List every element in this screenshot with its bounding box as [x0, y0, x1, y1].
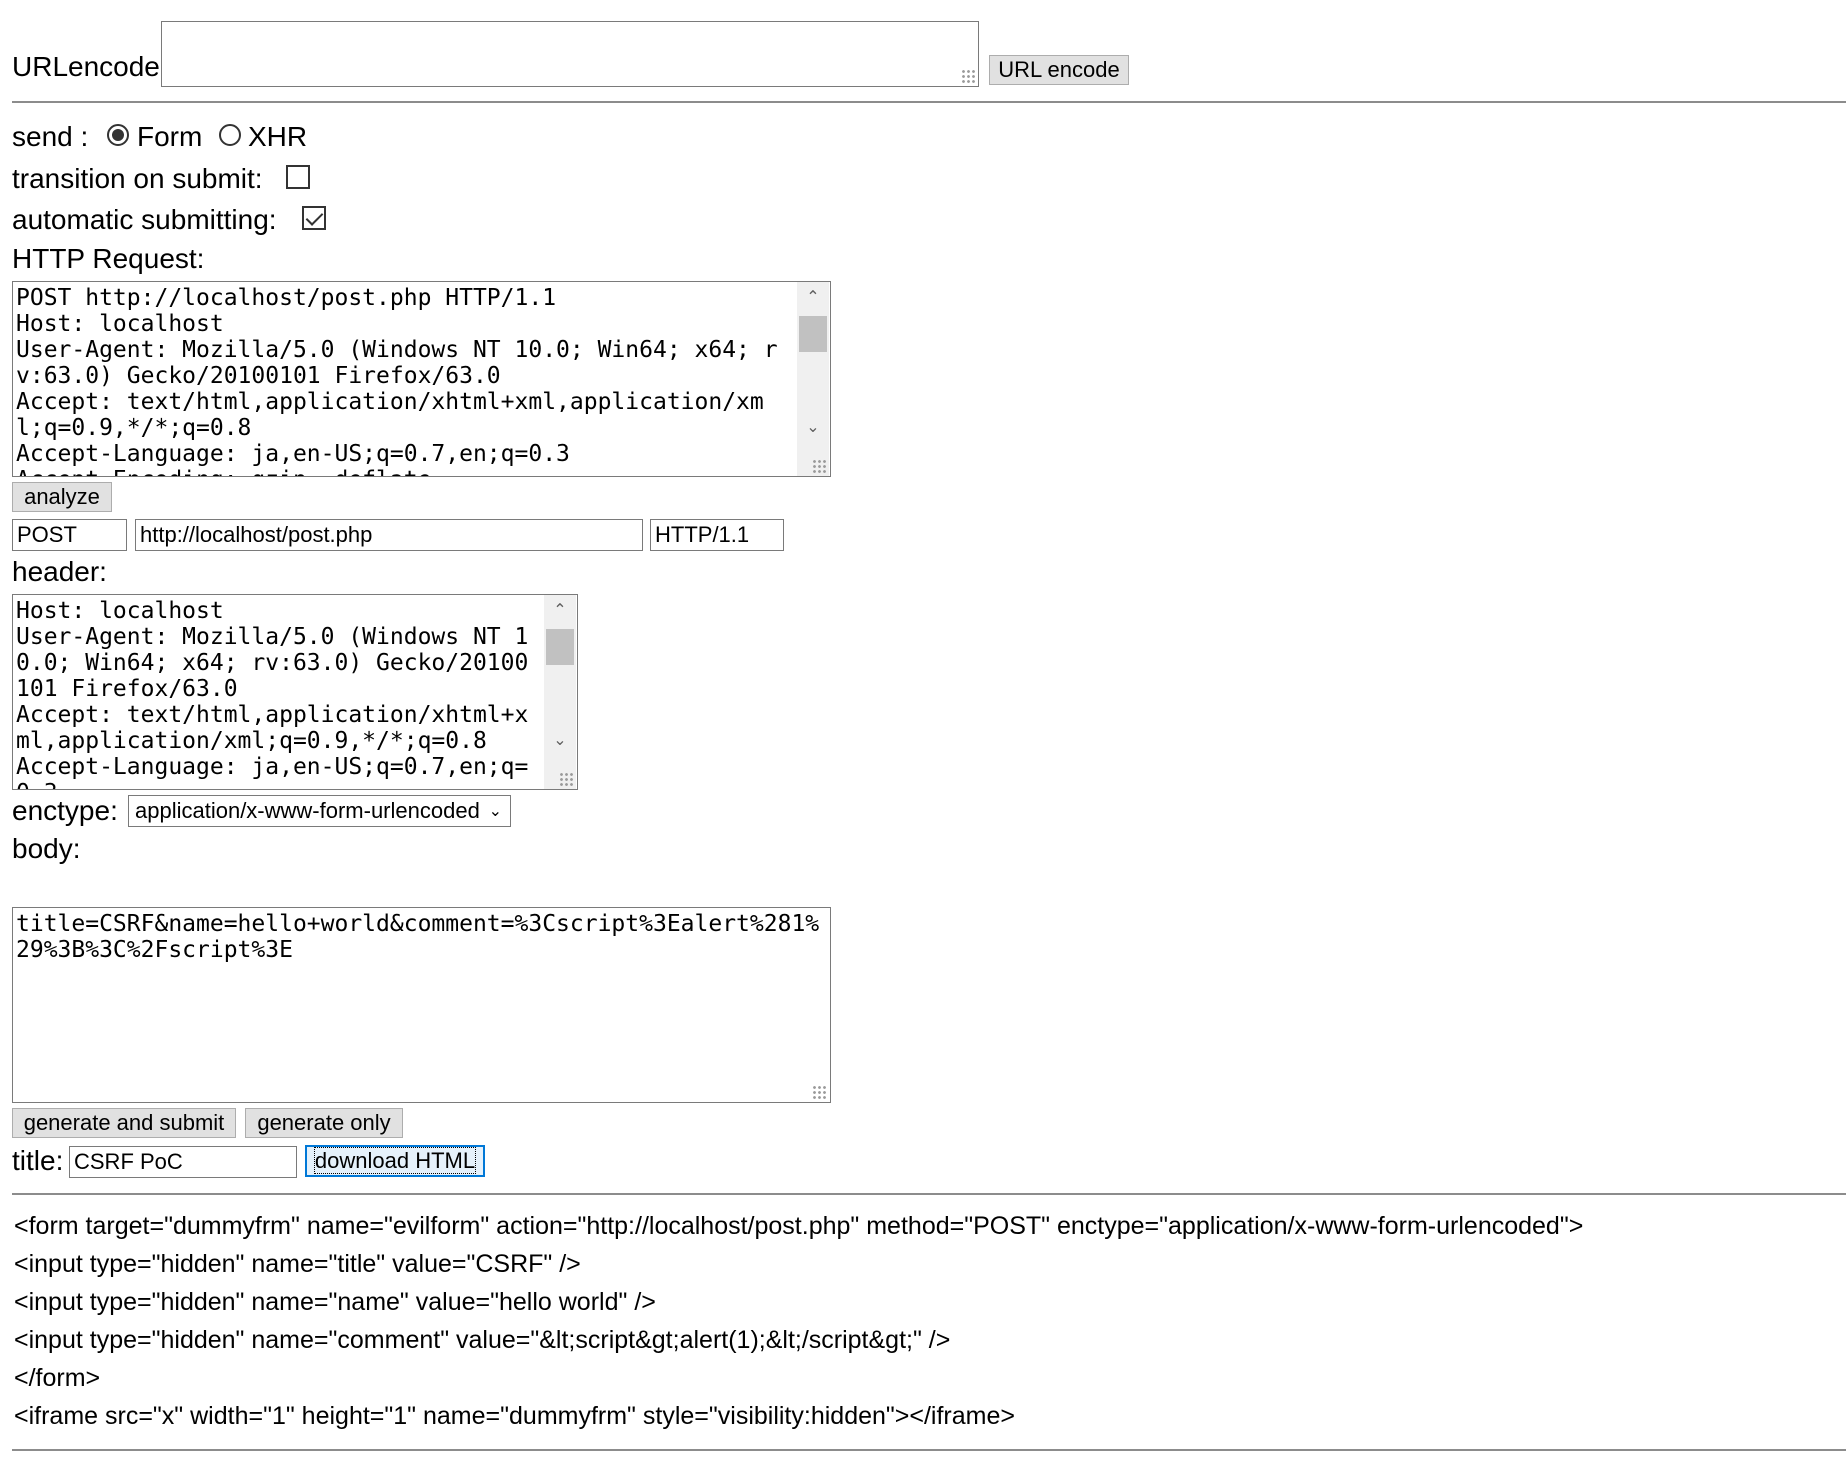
urlencode-label: URLencode:	[12, 51, 168, 82]
method-field[interactable]	[12, 519, 127, 551]
resize-grip-icon[interactable]	[961, 69, 975, 83]
header-label: header:	[12, 556, 107, 587]
divider	[12, 1449, 1846, 1451]
download-html-label: download HTML	[313, 1147, 477, 1174]
output-line: <input type="hidden" name="comment" valu…	[14, 1326, 951, 1354]
transition-checkbox[interactable]	[286, 165, 310, 189]
scroll-down-icon[interactable]: ⌄	[797, 412, 829, 442]
body-label: body:	[12, 833, 81, 864]
scroll-down-icon[interactable]: ⌄	[544, 725, 576, 755]
enctype-label: enctype:	[12, 795, 118, 826]
http-request-scrollbar[interactable]: ⌃ ⌄	[797, 282, 829, 476]
title-label: title:	[12, 1145, 64, 1176]
divider	[12, 1193, 1846, 1195]
resize-grip-icon[interactable]	[812, 1085, 826, 1099]
http-request-textarea[interactable]: POST http://localhost/post.php HTTP/1.1 …	[12, 281, 831, 477]
download-html-button[interactable]: download HTML	[305, 1145, 485, 1177]
output-line: <input type="hidden" name="title" value=…	[14, 1250, 581, 1278]
radio-xhr[interactable]	[219, 124, 241, 146]
scroll-thumb[interactable]	[546, 629, 574, 665]
scroll-thumb[interactable]	[799, 316, 827, 352]
divider	[12, 101, 1846, 103]
enctype-selected: application/x-www-form-urlencoded	[135, 798, 480, 823]
header-scrollbar[interactable]: ⌃ ⌄	[544, 595, 576, 789]
url-field[interactable]	[135, 519, 643, 551]
enctype-select[interactable]: application/x-www-form-urlencoded ⌄	[128, 795, 511, 827]
automatic-label: automatic submitting:	[12, 204, 277, 235]
radio-form[interactable]	[107, 124, 129, 146]
scroll-up-icon[interactable]: ⌃	[544, 595, 576, 625]
radio-xhr-label: XHR	[248, 121, 308, 152]
title-input[interactable]	[69, 1146, 297, 1178]
http-request-label: HTTP Request:	[12, 243, 205, 274]
url-encode-button[interactable]: URL encode	[989, 55, 1129, 85]
urlencode-input[interactable]	[161, 21, 979, 87]
output-line: <form target="dummyfrm" name="evilform" …	[14, 1212, 1584, 1240]
header-textarea[interactable]: Host: localhost User-Agent: Mozilla/5.0 …	[12, 594, 578, 790]
transition-label: transition on submit:	[12, 163, 263, 194]
scroll-up-icon[interactable]: ⌃	[797, 282, 829, 312]
generate-only-button[interactable]: generate only	[245, 1108, 403, 1138]
output-line: </form>	[14, 1364, 101, 1392]
body-textarea[interactable]: title=CSRF&name=hello+world&comment=%3Cs…	[12, 907, 831, 1103]
output-line: <input type="hidden" name="name" value="…	[14, 1288, 656, 1316]
version-field[interactable]	[650, 519, 784, 551]
output-line: <iframe src="x" width="1" height="1" nam…	[14, 1402, 1015, 1430]
radio-form-label: Form	[137, 121, 203, 152]
resize-grip-icon[interactable]	[559, 772, 573, 786]
analyze-button[interactable]: analyze	[12, 482, 112, 512]
resize-grip-icon[interactable]	[812, 459, 826, 473]
generate-and-submit-button[interactable]: generate and submit	[12, 1108, 236, 1138]
send-label: send :	[12, 121, 89, 152]
chevron-down-icon: ⌄	[488, 801, 502, 820]
automatic-checkbox[interactable]	[302, 206, 326, 230]
